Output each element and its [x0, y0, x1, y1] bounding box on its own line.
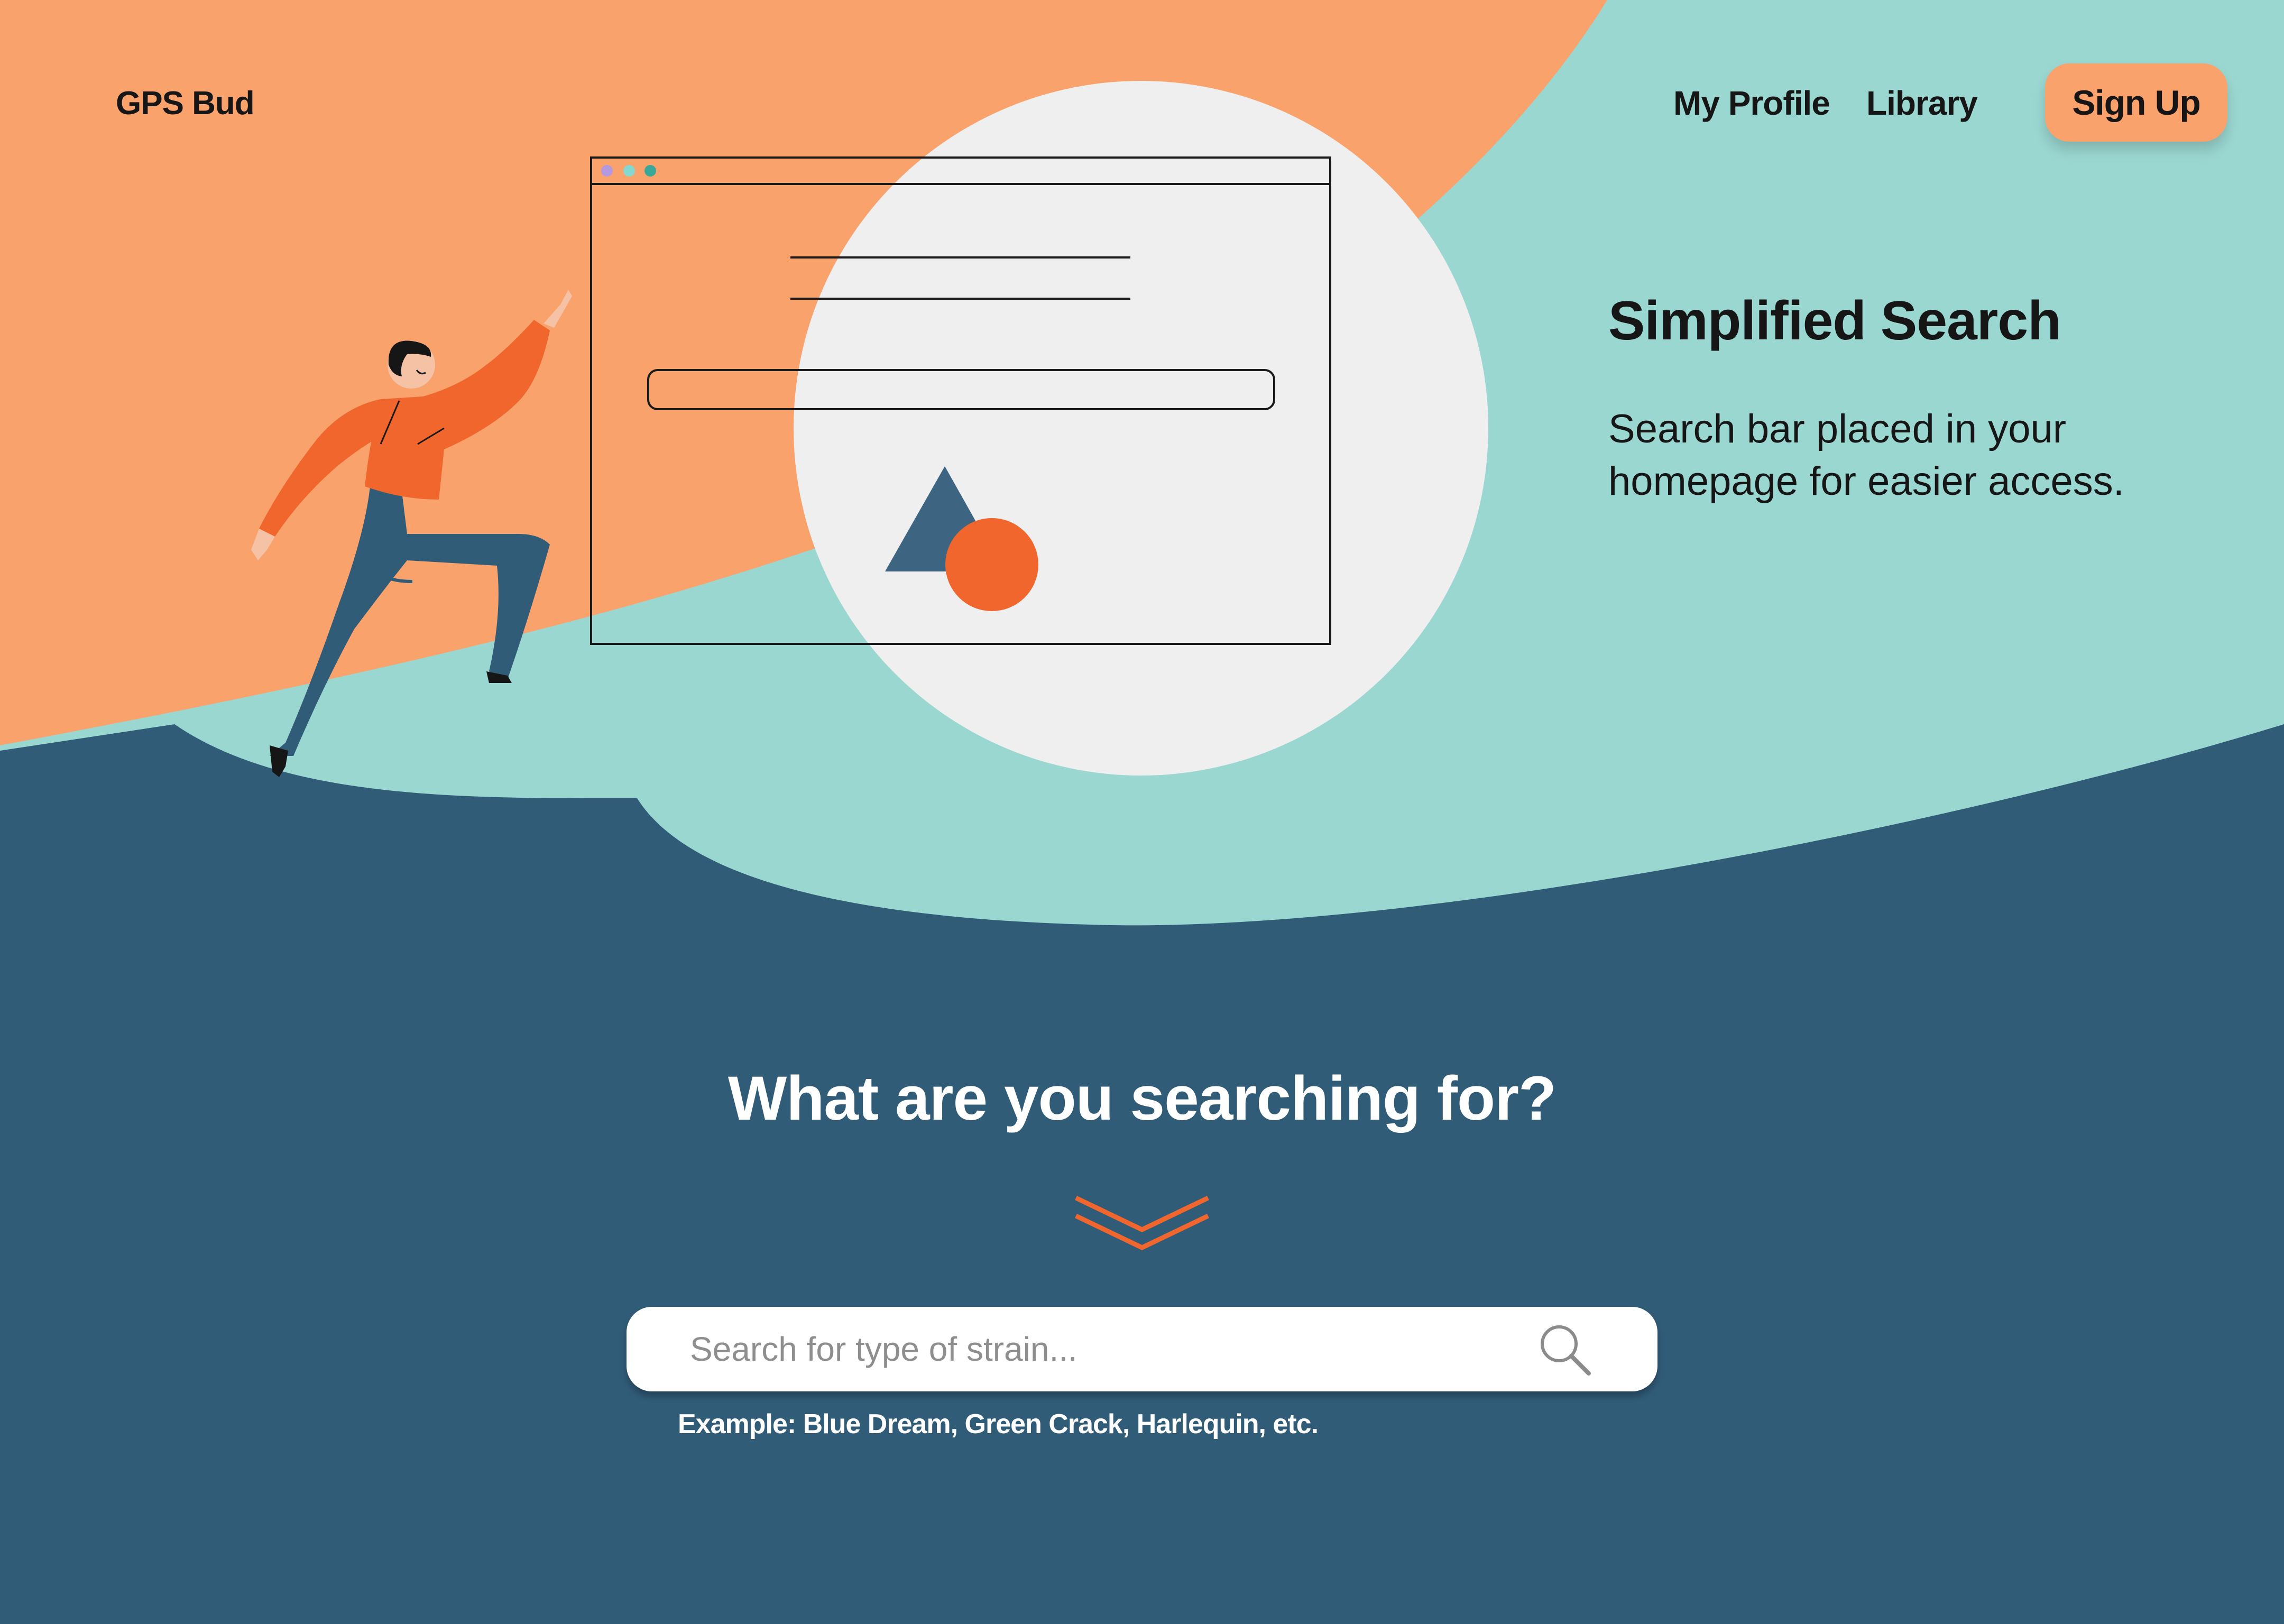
feature-title: Simplified Search [1608, 290, 2061, 352]
search-input[interactable] [690, 1307, 1515, 1391]
window-dot-teal [644, 165, 656, 177]
nav-link-my-profile[interactable]: My Profile [1673, 84, 1830, 123]
logo[interactable]: GPS Bud [116, 85, 255, 122]
search-bar [627, 1307, 1657, 1391]
feature-description: Search bar placed in your homepage for e… [1608, 407, 2124, 504]
sign-up-button[interactable]: Sign Up [2045, 63, 2227, 142]
chevron-down-icon [1075, 1195, 1209, 1250]
search-heading: What are you searching for? [727, 1064, 1557, 1133]
search-example-hint: Example: Blue Dream, Green Crack, Harleq… [678, 1409, 1319, 1440]
window-dot-mint [623, 165, 635, 177]
circle-shape [945, 518, 1038, 611]
search-icon[interactable] [1536, 1321, 1593, 1378]
nav-link-library[interactable]: Library [1866, 84, 1978, 123]
landing-page: GPS Bud My Profile Library Sign Up Simpl… [0, 0, 2284, 1624]
illustration-circle [794, 81, 1488, 776]
window-dot-purple [601, 165, 613, 177]
